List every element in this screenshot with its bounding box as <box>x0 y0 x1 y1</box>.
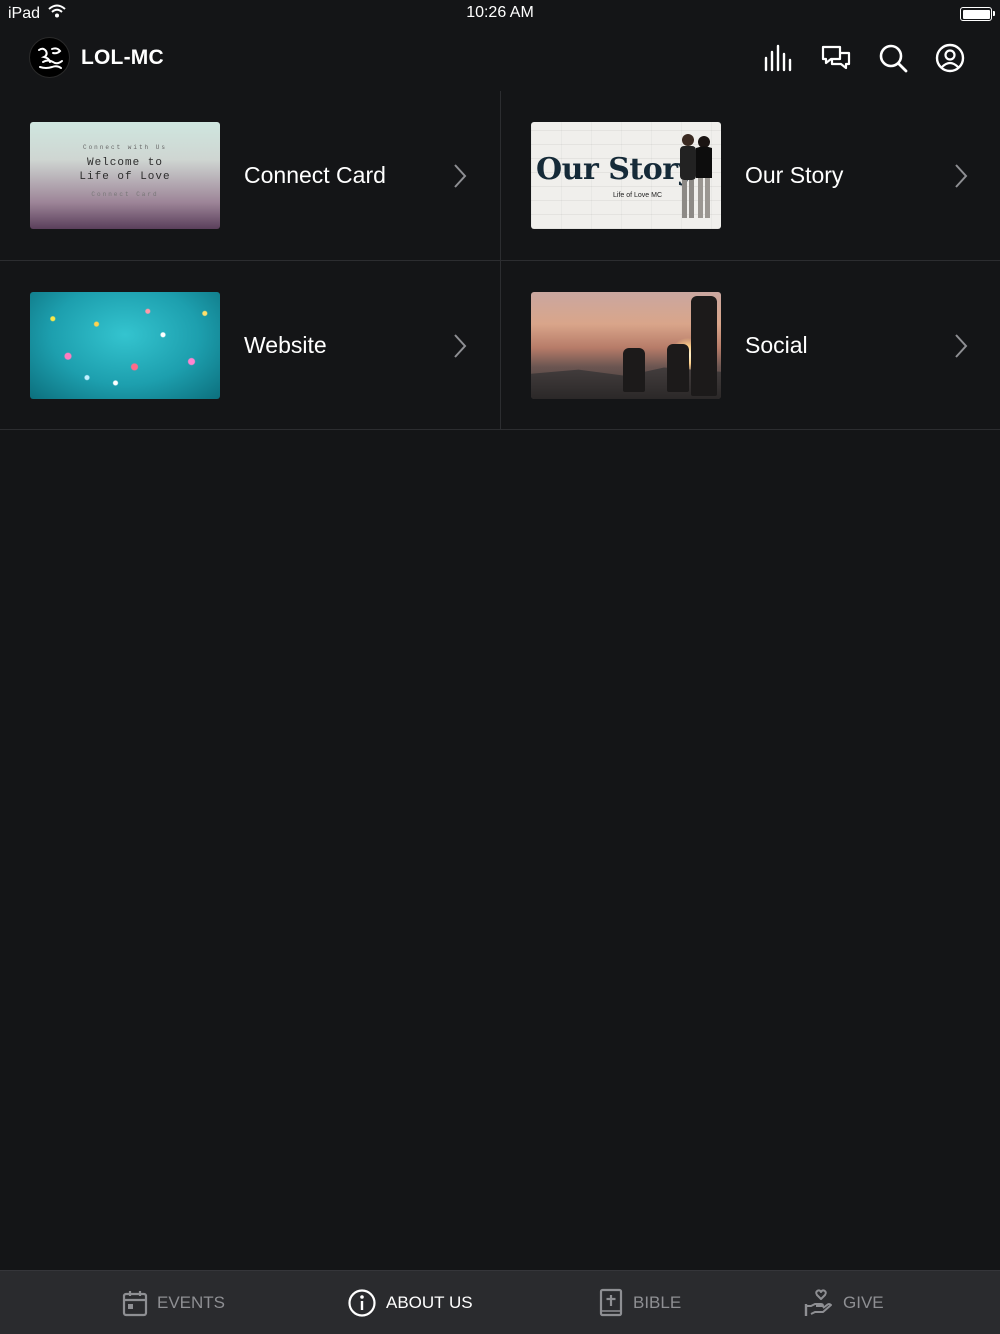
header-actions <box>763 42 966 74</box>
chevron-right-icon <box>454 334 467 358</box>
info-icon <box>348 1289 376 1317</box>
thumb-title: Our Story <box>536 152 695 187</box>
tile-connect-card[interactable]: Connect with Us Welcome to Life of Love … <box>0 91 500 260</box>
app-title: LOL-MC <box>81 46 164 69</box>
connect-card-thumbnail: Connect with Us Welcome to Life of Love … <box>30 122 220 229</box>
thumb-text: Life of Love <box>79 171 171 183</box>
tab-bar: EVENTS ABOUT US BIBLE GIVE <box>0 1270 1000 1334</box>
search-icon[interactable] <box>877 42 909 74</box>
tab-events[interactable]: EVENTS <box>122 1271 225 1334</box>
couple-photo <box>680 134 712 218</box>
equalizer-icon[interactable] <box>763 42 795 74</box>
tile-label: Connect Card <box>244 162 386 188</box>
about-grid: Connect with Us Welcome to Life of Love … <box>0 91 1000 430</box>
chevron-right-icon <box>955 164 968 188</box>
tab-label: ABOUT US <box>386 1293 473 1312</box>
thumb-text: Connect with Us <box>82 144 167 151</box>
status-time: 10:26 AM <box>466 4 534 21</box>
person-silhouette <box>691 296 717 396</box>
tab-label: GIVE <box>843 1293 884 1312</box>
app-logo[interactable] <box>29 37 70 78</box>
bible-icon <box>599 1288 623 1317</box>
account-icon[interactable] <box>934 42 966 74</box>
chat-bubbles-icon[interactable] <box>820 42 852 74</box>
thumb-text: Connect Card <box>91 191 159 198</box>
thumb-subtitle: Life of Love MC <box>613 192 663 199</box>
person-silhouette <box>667 344 689 392</box>
chevron-right-icon <box>454 164 467 188</box>
thumb-text: Welcome to <box>86 157 163 169</box>
tile-label: Our Story <box>745 162 844 188</box>
tab-about-us[interactable]: ABOUT US <box>347 1271 473 1334</box>
tab-label: BIBLE <box>633 1293 682 1312</box>
tile-website[interactable]: Website <box>0 261 500 430</box>
social-thumbnail <box>531 292 721 399</box>
person-silhouette <box>623 348 645 392</box>
tile-label: Social <box>745 332 808 358</box>
status-bar: iPad 10:26 AM <box>0 0 1000 28</box>
tile-social[interactable]: Social <box>501 261 1000 430</box>
battery-icon <box>960 7 995 21</box>
chevron-right-icon <box>955 334 968 358</box>
our-story-thumbnail: Our Story Life of Love MC <box>531 122 721 229</box>
app-header: LOL-MC <box>0 30 1000 90</box>
tile-our-story[interactable]: Our Story Life of Love MC Our Story <box>501 91 1000 260</box>
tab-give[interactable]: GIVE <box>804 1271 884 1334</box>
calendar-icon <box>122 1291 148 1317</box>
tab-bible[interactable]: BIBLE <box>598 1271 681 1334</box>
tile-label: Website <box>244 332 327 358</box>
tab-label: EVENTS <box>157 1293 226 1312</box>
website-thumbnail <box>30 292 220 399</box>
give-hand-icon <box>804 1289 832 1316</box>
screen: iPad 10:26 AM LOL-MC Connect with Us Wel… <box>0 0 1000 1334</box>
